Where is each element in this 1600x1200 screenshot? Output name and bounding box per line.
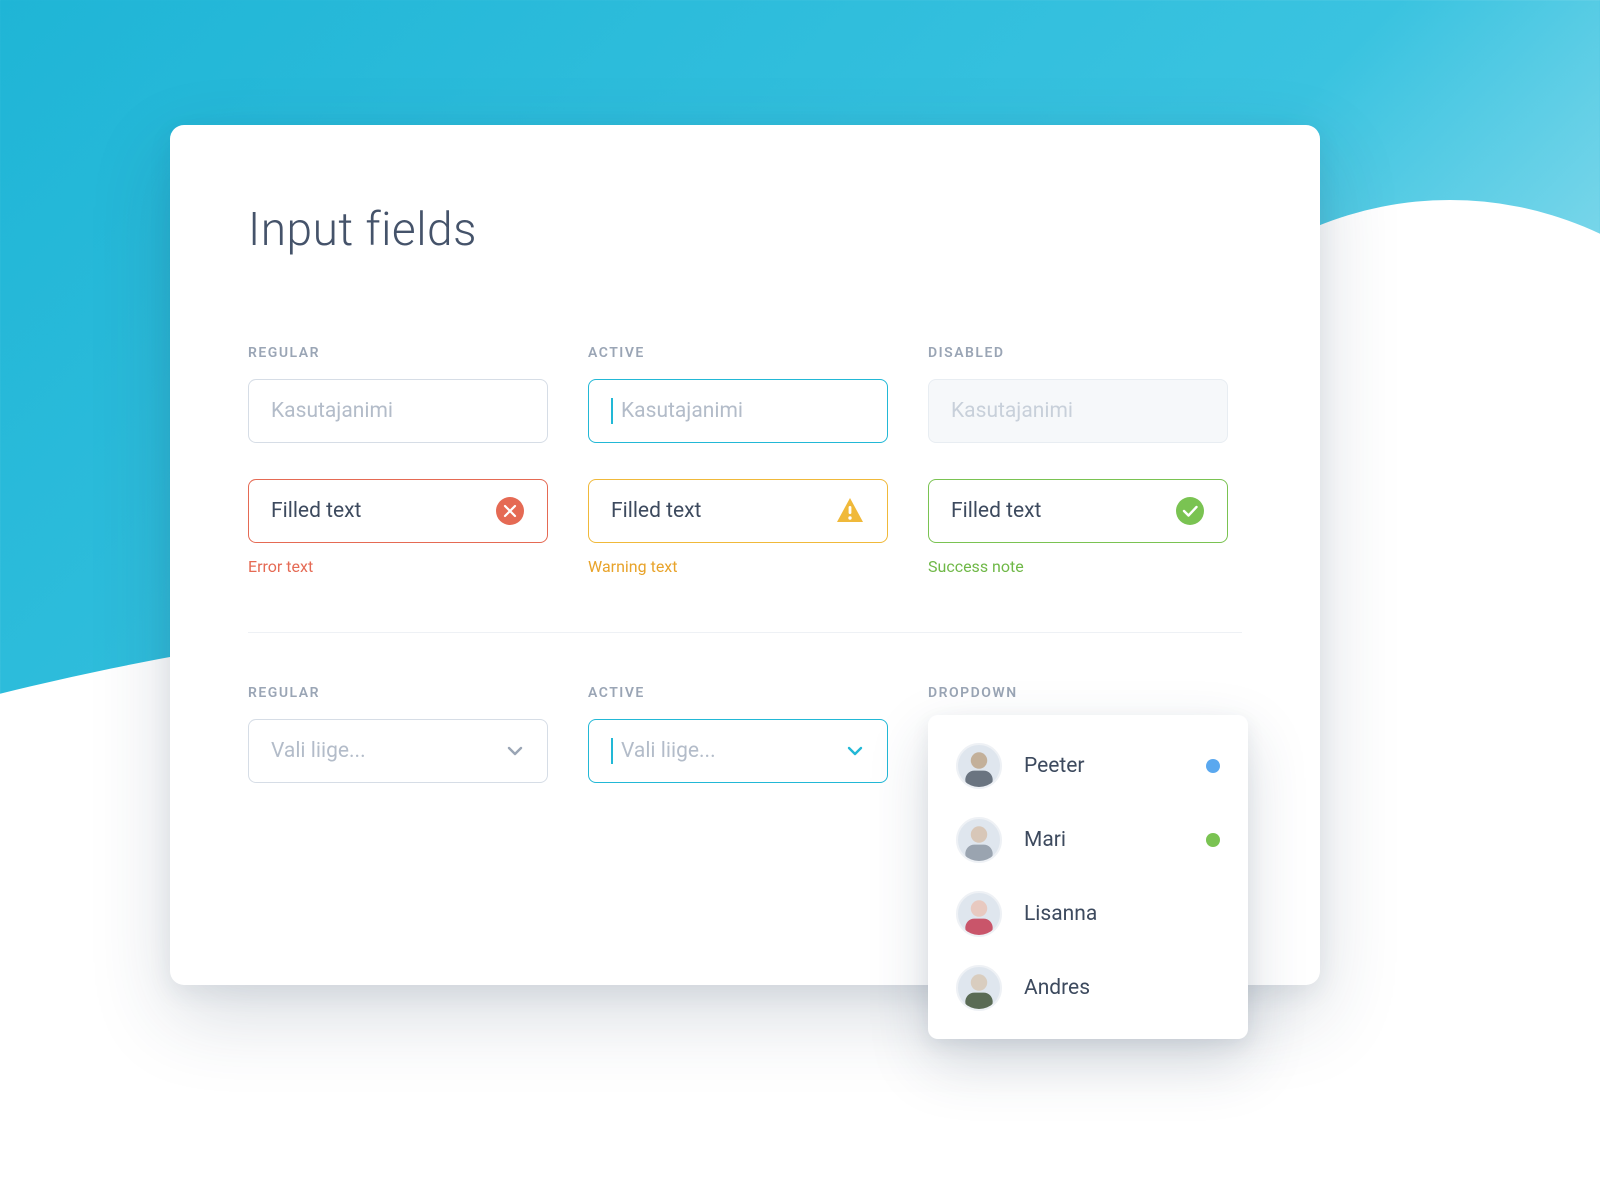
dropdown-item-label: Andres — [1024, 976, 1090, 1000]
input-warning[interactable]: Filled text — [588, 479, 888, 543]
label-select-dropdown: DROPDOWN — [928, 685, 1228, 701]
text-cursor — [611, 738, 613, 764]
dropdown-item[interactable]: Andres — [928, 951, 1248, 1025]
label-select-regular: REGULAR — [248, 685, 548, 701]
dropdown-item[interactable]: Mari — [928, 803, 1248, 877]
input-error[interactable]: Filled text — [248, 479, 548, 543]
label-select-active: ACTIVE — [588, 685, 888, 701]
warning-helper-text: Warning text — [588, 557, 888, 576]
select-regular[interactable]: Vali liige... — [248, 719, 548, 783]
input-active-placeholder: Kasutajanimi — [621, 399, 743, 423]
error-icon — [495, 496, 525, 526]
error-helper-text: Error text — [248, 557, 548, 576]
dropdown-panel: Peeter Mari Lisanna Andres — [928, 715, 1248, 1039]
input-disabled-placeholder: Kasutajanimi — [951, 399, 1073, 423]
label-active: ACTIVE — [588, 345, 888, 361]
select-active[interactable]: Vali liige... — [588, 719, 888, 783]
warning-icon — [835, 496, 865, 526]
input-disabled: Kasutajanimi — [928, 379, 1228, 443]
status-dot — [1206, 833, 1220, 847]
dropdown-item-label: Mari — [1024, 828, 1066, 852]
input-regular-placeholder: Kasutajanimi — [271, 399, 393, 423]
divider — [248, 632, 1242, 633]
chevron-down-icon — [505, 741, 525, 761]
dropdown-item-label: Peeter — [1024, 754, 1085, 778]
input-success-value: Filled text — [951, 499, 1041, 523]
showcase-card: Input fields REGULAR Kasutajanimi ACTIVE… — [170, 125, 1320, 985]
success-helper-text: Success note — [928, 557, 1228, 576]
select-regular-placeholder: Vali liige... — [271, 739, 366, 763]
select-active-placeholder: Vali liige... — [621, 739, 716, 763]
input-success[interactable]: Filled text — [928, 479, 1228, 543]
status-dot — [1206, 759, 1220, 773]
input-active[interactable]: Kasutajanimi — [588, 379, 888, 443]
input-warning-value: Filled text — [611, 499, 701, 523]
dropdown-item[interactable]: Lisanna — [928, 877, 1248, 951]
avatar — [956, 817, 1002, 863]
avatar — [956, 891, 1002, 937]
label-disabled: DISABLED — [928, 345, 1228, 361]
success-icon — [1175, 496, 1205, 526]
avatar — [956, 743, 1002, 789]
chevron-down-icon — [845, 741, 865, 761]
dropdown-item[interactable]: Peeter — [928, 729, 1248, 803]
input-error-value: Filled text — [271, 499, 361, 523]
input-regular[interactable]: Kasutajanimi — [248, 379, 548, 443]
label-regular: REGULAR — [248, 345, 548, 361]
dropdown-item-label: Lisanna — [1024, 902, 1097, 926]
page-title: Input fields — [248, 203, 1242, 257]
text-cursor — [611, 398, 613, 424]
avatar — [956, 965, 1002, 1011]
